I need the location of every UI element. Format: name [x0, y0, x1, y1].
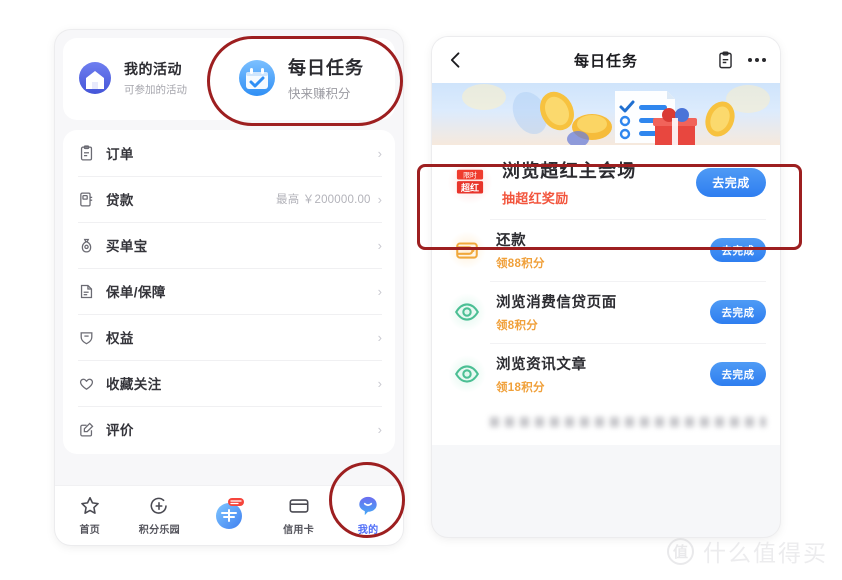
task-title: 浏览资讯文章	[496, 357, 587, 373]
menu-item-label: 收藏关注	[106, 377, 162, 392]
task-list: 限时 超红 浏览超红主会场 抽超红奖励 去完成 还款 领88积分 去完成 浏览消…	[432, 145, 780, 445]
menu-item-label: 订单	[106, 147, 134, 162]
svg-text:限时: 限时	[463, 171, 477, 180]
policy-doc-icon	[78, 283, 95, 300]
watermark: 值 什么值得买	[667, 534, 828, 568]
menu-item-orders[interactable]: 订单 ›	[63, 130, 395, 176]
chevron-right-icon: ›	[377, 375, 382, 391]
task-subtitle: 领8积分	[496, 320, 539, 332]
menu-item-benefits[interactable]: 权益 ›	[63, 314, 395, 360]
tab-home[interactable]: 首页	[55, 486, 125, 545]
daily-task-navbar: 每日任务	[432, 37, 780, 83]
tab-center-promo[interactable]	[194, 486, 264, 545]
activity-card-title: 我的活动	[124, 61, 182, 77]
task-subtitle: 领18积分	[496, 382, 545, 394]
chaohong-badge-icon: 限时 超红	[448, 160, 492, 204]
activity-card-subtitle: 快来赚积分	[288, 87, 351, 101]
chevron-right-icon: ›	[377, 145, 382, 161]
tab-label: 积分乐园	[138, 525, 180, 536]
shield-tag-icon	[78, 329, 95, 346]
task-title: 浏览超红主会场	[502, 161, 637, 181]
task-row-browse-articles[interactable]: 浏览资讯文章 领18积分 去完成	[432, 343, 780, 405]
tab-label: 首页	[79, 525, 101, 536]
task-action-button[interactable]: 去完成	[696, 167, 766, 197]
activity-card-title: 每日任务	[288, 58, 364, 78]
menu-item-maidanbao[interactable]: 买单宝 ›	[63, 222, 395, 268]
menu-item-loan[interactable]: 贷款 最高 ￥200000.00 ›	[63, 176, 395, 222]
chevron-right-icon: ›	[377, 283, 382, 299]
edit-square-icon	[78, 421, 95, 438]
menu-item-label: 评价	[106, 423, 134, 438]
svg-text:超红: 超红	[460, 182, 479, 194]
eye-icon	[448, 355, 486, 393]
task-subtitle: 领88积分	[496, 258, 545, 270]
task-row-hero[interactable]: 限时 超红 浏览超红主会场 抽超红奖励 去完成	[432, 145, 780, 219]
daily-task-banner	[432, 83, 780, 145]
heart-icon	[78, 375, 95, 392]
calendar-check-icon	[235, 56, 279, 100]
task-subtitle: 抽超红奖励	[502, 191, 569, 206]
money-bag-icon	[78, 237, 95, 254]
watermark-text: 什么值得买	[703, 540, 828, 566]
left-phone-panel: 我的活动 可参加的活动 每日任务 快来赚积分 订单 › 贷款 最高 ￥20000…	[55, 30, 403, 545]
eye-icon	[448, 293, 486, 331]
task-row-repayment[interactable]: 还款 领88积分 去完成	[432, 219, 780, 281]
profile-icon	[357, 495, 379, 517]
task-action-button[interactable]: 去完成	[710, 362, 766, 386]
points-icon	[148, 495, 170, 517]
task-row-browse-credit[interactable]: 浏览消费信贷页面 领8积分 去完成	[432, 281, 780, 343]
menu-item-value: 最高 ￥200000.00	[276, 194, 371, 206]
task-title: 浏览消费信贷页面	[496, 295, 617, 311]
menu-item-reviews[interactable]: 评价 ›	[63, 406, 395, 452]
activity-card-subtitle: 可参加的活动	[124, 84, 187, 96]
more-dots-icon[interactable]	[748, 58, 766, 62]
star-home-icon	[79, 495, 101, 517]
chevron-right-icon: ›	[377, 329, 382, 345]
loan-doc-icon	[78, 191, 95, 208]
task-action-button[interactable]: 去完成	[710, 300, 766, 324]
tab-label: 信用卡	[283, 525, 315, 536]
clipboard-icon	[78, 144, 95, 162]
bottom-tab-bar: 首页 积分乐园 信用卡 我的	[55, 485, 403, 545]
task-action-button[interactable]: 去完成	[710, 238, 766, 262]
credit-card-icon	[288, 495, 310, 517]
blurred-text-placeholder	[490, 417, 766, 427]
chevron-right-icon: ›	[377, 237, 382, 253]
wallet-icon	[448, 231, 486, 269]
menu-item-insurance[interactable]: 保单/保障 ›	[63, 268, 395, 314]
chevron-left-icon[interactable]	[446, 49, 468, 71]
right-phone-panel: 每日任务 限时 超红 浏览超红主会场 抽超红奖励 去完成 还款 领88积分 去完…	[432, 37, 780, 537]
activity-card-my-activity[interactable]: 我的活动 可参加的活动	[69, 50, 229, 106]
chevron-right-icon: ›	[377, 191, 382, 207]
clipboard-icon[interactable]	[716, 50, 735, 70]
menu-item-label: 买单宝	[106, 239, 148, 254]
screenshot-canvas: 我的活动 可参加的活动 每日任务 快来赚积分 订单 › 贷款 最高 ￥20000…	[0, 0, 842, 580]
center-mai-icon	[212, 497, 246, 531]
activity-card-daily-task[interactable]: 每日任务 快来赚积分	[229, 50, 389, 106]
watermark-logo: 值	[667, 537, 694, 565]
tab-points[interactable]: 积分乐园	[125, 486, 195, 545]
menu-item-favorites[interactable]: 收藏关注 ›	[63, 360, 395, 406]
tab-label: 我的	[357, 525, 379, 536]
tab-credit-card[interactable]: 信用卡	[264, 486, 334, 545]
chevron-right-icon: ›	[377, 421, 382, 437]
task-list-truncated-row	[432, 405, 780, 439]
activity-cards: 我的活动 可参加的活动 每日任务 快来赚积分	[63, 38, 395, 120]
tab-profile[interactable]: 我的	[333, 486, 403, 545]
menu-item-label: 权益	[106, 331, 134, 346]
menu-item-label: 保单/保障	[106, 285, 166, 300]
task-title: 还款	[496, 233, 527, 249]
menu-item-label: 贷款	[106, 193, 134, 208]
account-menu-list: 订单 › 贷款 最高 ￥200000.00 › 买单宝 › 保单/保障 › 权益…	[63, 130, 395, 454]
avatar-house-icon	[75, 58, 115, 98]
